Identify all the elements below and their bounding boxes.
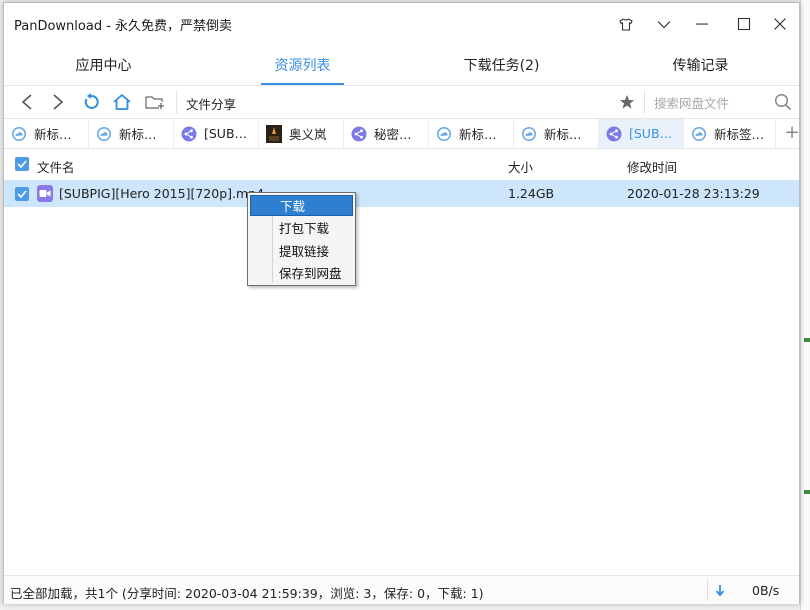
search-icon (774, 93, 792, 111)
resource-tab-label: [SUB… (204, 126, 248, 141)
resource-tab-label: 新标… (459, 127, 497, 142)
checkmark-icon (17, 190, 27, 198)
back-button[interactable] (16, 91, 38, 113)
cloud-icon (692, 126, 706, 141)
arrow-left-icon (21, 94, 32, 110)
tab-resource-list[interactable]: 资源列表 (203, 47, 402, 85)
minimize-button[interactable] (688, 11, 716, 37)
divider (707, 579, 708, 601)
column-header-modified[interactable]: 修改时间 (627, 157, 677, 176)
context-menu: 下载 打包下载 提取链接 保存到网盘 (247, 192, 356, 286)
menu-item-save-to-netdisk[interactable]: 保存到网盘 (250, 263, 353, 284)
title-bar: PanDownload - 永久免费，严禁倒卖 (4, 3, 799, 43)
maximize-button[interactable] (730, 11, 758, 37)
share-icon (181, 126, 197, 141)
cloud-icon (12, 126, 26, 141)
list-header: 文件名 大小 修改时间 (4, 149, 799, 179)
resource-tab-label: 新标… (34, 127, 72, 142)
divider (644, 90, 645, 114)
divider (176, 90, 177, 114)
resource-tab-active[interactable]: [SUB… (599, 119, 684, 148)
file-name: [SUBPIG][Hero 2015][720p].mp4 (59, 186, 265, 201)
skin-button[interactable] (612, 11, 640, 37)
cloud-icon (97, 126, 111, 141)
star-icon (619, 95, 635, 109)
select-all-checkbox[interactable] (15, 157, 29, 171)
menu-item-download[interactable]: 下载 (250, 195, 353, 216)
minimize-icon (696, 23, 708, 25)
resource-tabs: 新标… 新标… [SUB… 奥义岚 秘密… 新标… 新标… [SUB… 新标签…… (4, 119, 802, 149)
video-file-icon (37, 185, 53, 202)
download-arrow-icon (715, 585, 725, 597)
home-button[interactable] (111, 91, 133, 113)
chevron-down-icon (657, 20, 671, 28)
resource-tab[interactable]: 新标… (429, 119, 514, 148)
column-header-size[interactable]: 大小 (508, 157, 533, 176)
row-checkbox[interactable] (15, 187, 29, 201)
background-green-mark (804, 338, 810, 342)
maximize-icon (737, 17, 751, 31)
forward-button[interactable] (47, 91, 69, 113)
shirt-icon (619, 17, 633, 31)
close-button[interactable] (766, 11, 794, 37)
window-title: PanDownload - 永久免费，严禁倒卖 (14, 19, 233, 34)
table-row[interactable]: [SUBPIG][Hero 2015][720p].mp4 1.24GB 202… (4, 180, 799, 207)
resource-tab-label: 新标… (544, 127, 582, 142)
add-tab-button[interactable]: + (782, 123, 802, 143)
cloud-icon (522, 126, 536, 141)
resource-tab-label: 新标签… (714, 127, 765, 142)
resource-tab-label: 新标… (119, 127, 157, 142)
checkmark-icon (17, 160, 27, 168)
tab-transfer-history[interactable]: 传输记录 (601, 47, 800, 85)
status-text: 已全部加载，共1个 (分享时间: 2020-03-04 21:59:39，浏览:… (10, 586, 484, 601)
download-speed: 0B/s (752, 583, 780, 598)
share-icon (606, 126, 622, 141)
arrow-right-icon (53, 94, 64, 110)
new-folder-button[interactable] (144, 91, 166, 113)
resource-tab[interactable]: 新标… (514, 119, 599, 148)
path-breadcrumb: 文件分享 (186, 97, 237, 112)
toolbar: 文件分享 (4, 86, 799, 119)
folder-add-icon (145, 96, 164, 109)
resource-tab-label: [SUB… (629, 126, 673, 141)
home-icon (113, 94, 131, 110)
resource-tab[interactable]: [SUB… (174, 119, 259, 148)
main-nav-tabs: 应用中心 资源列表 下载任务(2) 传输记录 (4, 47, 799, 86)
background-window-edge (800, 0, 810, 610)
resource-tab[interactable]: 秘密… (344, 119, 429, 148)
resource-tab[interactable]: 新标… (4, 119, 89, 148)
close-icon (774, 18, 786, 30)
resource-tab[interactable]: 新标… (89, 119, 174, 148)
refresh-button[interactable] (80, 91, 102, 113)
file-size: 1.24GB (508, 186, 555, 201)
status-bar: 已全部加载，共1个 (分享时间: 2020-03-04 21:59:39，浏览:… (4, 575, 799, 604)
column-header-name[interactable]: 文件名 (37, 157, 75, 176)
resource-tab-label: 秘密… (374, 127, 412, 142)
share-icon (351, 126, 367, 141)
search-input[interactable] (652, 90, 771, 116)
background-green-mark (804, 490, 810, 494)
search-button[interactable] (772, 91, 794, 113)
resource-tab-label: 奥义岚 (289, 127, 327, 142)
resource-tab[interactable]: 新标签… (684, 119, 776, 148)
cloud-icon (437, 126, 451, 141)
refresh-icon (84, 93, 99, 109)
menu-item-extract-link[interactable]: 提取链接 (250, 241, 353, 262)
thumbnail-icon (266, 124, 282, 143)
tab-app-center[interactable]: 应用中心 (4, 47, 203, 85)
file-modified-time: 2020-01-28 23:13:29 (627, 186, 760, 201)
pandownload-window: PanDownload - 永久免费，严禁倒卖 应用中心 资源列表 下载任务(2… (3, 2, 800, 604)
menu-item-pack-download[interactable]: 打包下载 (250, 218, 353, 239)
favorite-button[interactable] (616, 91, 638, 113)
tab-download-tasks[interactable]: 下载任务(2) (402, 47, 601, 85)
resource-tab[interactable]: 奥义岚 (259, 119, 344, 148)
menu-dropdown-button[interactable] (650, 11, 678, 37)
